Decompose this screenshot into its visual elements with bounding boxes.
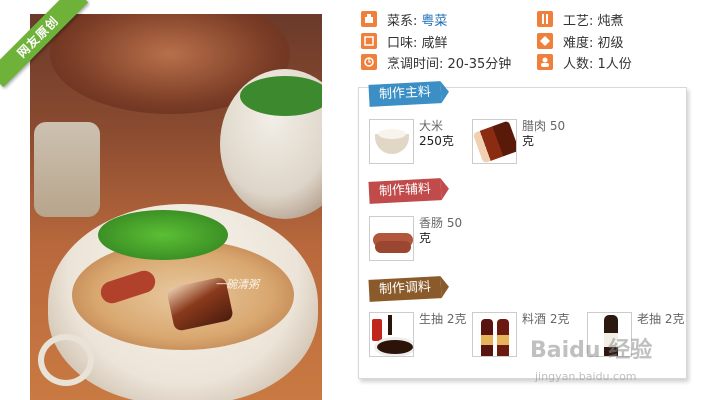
light-soy-thumb [369,312,414,357]
baidu-watermark-site: jingyan.baidu.com [535,370,637,383]
taste-text: 口味: 咸鲜 [387,35,448,51]
servings-text: 人数: 1人份 [563,56,632,72]
cooking-wine-thumb [472,312,517,357]
info-servings: 人数: 1人份 [537,53,632,72]
photo-greens [98,210,228,260]
taste-icon [361,33,377,49]
difficulty-icon [537,33,553,49]
ingredient-name: 大米 [419,119,444,133]
sausage-thumb [369,216,414,261]
ingredient-name: 香肠 50 [419,216,463,230]
rice-thumb [369,119,414,164]
info-technique: 工艺: 炖煮 [537,10,624,29]
ingredient-light-soy[interactable]: 生抽 2克 [369,312,466,357]
ingredient-amount: 克 [419,231,432,245]
info-difficulty: 难度: 初级 [537,32,624,51]
original-badge-label: 网友原创 [0,0,89,88]
technique-text: 工艺: 炖煮 [563,13,624,29]
ingredient-rice[interactable]: 大米 250克 [369,119,454,164]
servings-icon [537,54,553,70]
ingredient-amount: 250克 [419,134,454,148]
photo-bowl-handle [38,334,94,386]
aux-ingredients-tag: 制作辅料 [368,178,442,204]
cuisine-link[interactable]: 粤菜 [421,10,447,29]
ingredient-name: 腊肉 50 [522,119,566,133]
photo-jar [34,122,100,217]
cuisine-label: 菜系: [387,13,418,29]
info-cook-time: 烹调时间: 20-35分钟 [361,53,512,72]
seasoning-tag: 制作调料 [368,276,442,302]
ingredient-name: 料酒 2克 [522,312,570,326]
cook-time-text: 烹调时间: 20-35分钟 [387,56,512,72]
info-cuisine: 菜系: 粤菜 [361,10,447,29]
ingredient-sausage[interactable]: 香肠 50 克 [369,216,462,261]
cuisine-icon [361,11,377,27]
clock-icon [361,54,377,70]
info-taste: 口味: 咸鲜 [361,32,448,51]
ingredient-name: 生抽 2克 [419,312,467,326]
ingredient-cured-meat[interactable]: 腊肉 50 克 [472,119,565,164]
difficulty-text: 难度: 初级 [563,35,624,51]
photo-back-greens [240,76,322,116]
cured-meat-thumb [472,119,517,164]
original-badge: 网友原创 [0,0,90,90]
baidu-watermark: Baidu 经验 [530,338,653,363]
technique-icon [537,11,553,27]
main-ingredients-tag: 制作主料 [368,81,442,107]
ingredient-name: 老抽 2克 [637,312,685,326]
ingredient-amount: 克 [522,134,535,148]
photo-watermark: 一碗清粥 [215,278,259,291]
